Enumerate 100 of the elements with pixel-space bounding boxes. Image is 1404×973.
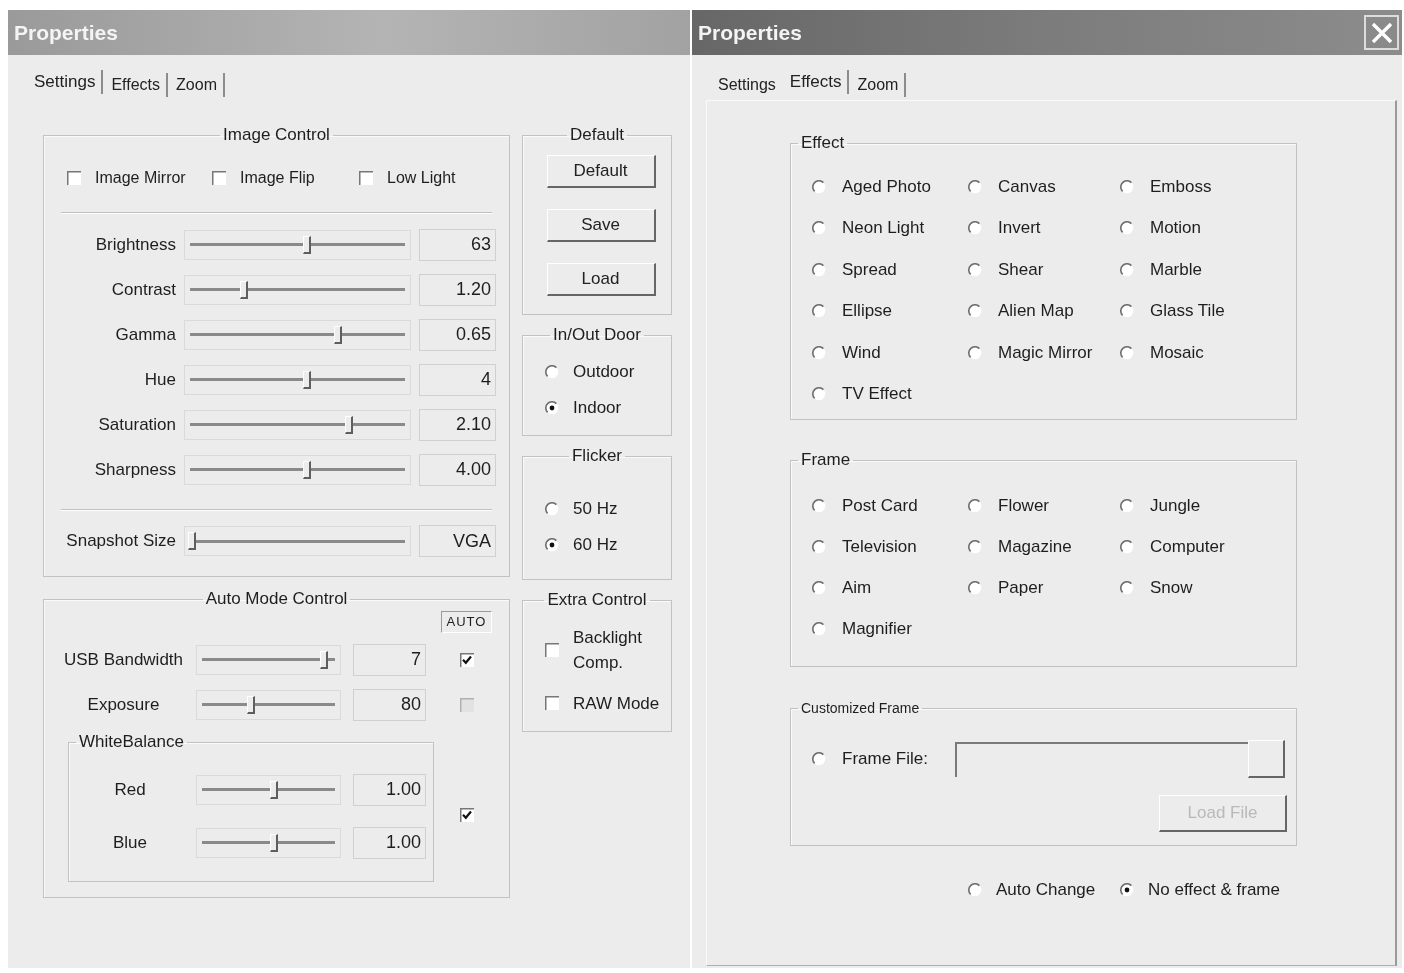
- slider-thumb[interactable]: [270, 833, 279, 852]
- radio-icon[interactable]: [812, 304, 826, 319]
- radio-button[interactable]: Ellipse: [812, 293, 968, 330]
- slider-thumb[interactable]: [345, 415, 354, 434]
- radio-button[interactable]: 60 Hz: [545, 527, 671, 563]
- radio-icon[interactable]: [812, 621, 826, 636]
- slider-thumb[interactable]: [302, 370, 311, 389]
- file-path-field[interactable]: [955, 741, 1248, 777]
- radio-icon[interactable]: [1120, 539, 1134, 554]
- radio-button[interactable]: Neon Light: [812, 210, 968, 247]
- slider-thumb[interactable]: [302, 235, 311, 254]
- radio-button[interactable]: 50 Hz: [545, 491, 671, 527]
- radio-button[interactable]: Invert: [968, 210, 1120, 247]
- tab[interactable]: Zoom: [851, 73, 907, 97]
- radio-button[interactable]: Television: [812, 528, 968, 565]
- tab[interactable]: Zoom: [170, 73, 225, 97]
- checkbox-icon[interactable]: [459, 807, 474, 822]
- checkbox-icon[interactable]: [545, 643, 559, 657]
- radio-icon[interactable]: [1120, 221, 1134, 236]
- value-field[interactable]: 1.20: [419, 273, 496, 306]
- radio-icon[interactable]: [545, 502, 559, 516]
- checkbox-icon[interactable]: [212, 171, 226, 185]
- radio-button[interactable]: Shear: [968, 251, 1120, 288]
- checkbox[interactable]: Image Flip: [212, 169, 359, 187]
- slider-track[interactable]: [184, 364, 411, 395]
- radio-icon[interactable]: [968, 221, 982, 236]
- radio-button[interactable]: Snow: [1120, 569, 1290, 606]
- checkbox[interactable]: Image Mirror: [67, 169, 212, 187]
- radio-button[interactable]: Magic Mirror: [968, 334, 1120, 371]
- radio-button[interactable]: No effect & frame: [1120, 877, 1280, 903]
- radio-button[interactable]: Paper: [968, 569, 1120, 606]
- checkbox-icon[interactable]: [545, 696, 559, 710]
- tab[interactable]: Effects: [105, 73, 169, 97]
- slider-track[interactable]: [184, 454, 411, 485]
- radio-button[interactable]: TV Effect: [812, 376, 968, 413]
- radio-icon[interactable]: [812, 179, 826, 194]
- dialog-button[interactable]: Default: [546, 155, 656, 188]
- checkbox[interactable]: Backlight Comp.: [545, 625, 671, 675]
- value-field[interactable]: 1.00: [353, 826, 426, 859]
- slider-track[interactable]: [196, 827, 341, 858]
- value-field[interactable]: 80: [353, 688, 426, 721]
- radio-button[interactable]: Glass Tile: [1120, 293, 1290, 330]
- radio-icon[interactable]: [1120, 580, 1134, 595]
- radio-button[interactable]: Spread: [812, 251, 968, 288]
- radio-button[interactable]: Aged Photo: [812, 168, 968, 205]
- radio-icon[interactable]: [1120, 345, 1134, 360]
- radio-icon[interactable]: [812, 262, 826, 277]
- radio-button[interactable]: Canvas: [968, 168, 1120, 205]
- slider-track[interactable]: [184, 409, 411, 440]
- radio-icon[interactable]: [1120, 883, 1134, 897]
- slider-thumb[interactable]: [247, 695, 256, 714]
- value-field[interactable]: 4.00: [419, 453, 496, 486]
- radio-button[interactable]: Motion: [1120, 210, 1290, 247]
- slider-thumb[interactable]: [302, 460, 311, 479]
- tab[interactable]: Settings: [712, 73, 782, 97]
- slider-track[interactable]: [184, 526, 411, 556]
- radio-button[interactable]: Outdoor: [545, 354, 671, 390]
- radio-button[interactable]: Auto Change: [968, 877, 1120, 903]
- radio-icon[interactable]: [968, 179, 982, 194]
- radio-icon[interactable]: [968, 580, 982, 595]
- slider-thumb[interactable]: [187, 532, 196, 550]
- radio-button[interactable]: Mosaic: [1120, 334, 1290, 371]
- radio-icon[interactable]: [545, 401, 559, 415]
- radio-icon[interactable]: [812, 221, 826, 236]
- radio-button[interactable]: Alien Map: [968, 293, 1120, 330]
- radio-icon[interactable]: [812, 580, 826, 595]
- slider-track[interactable]: [184, 319, 411, 350]
- radio-icon[interactable]: [968, 498, 982, 513]
- value-field[interactable]: 0.65: [419, 318, 496, 351]
- value-field[interactable]: 63: [419, 228, 496, 261]
- radio-button[interactable]: Jungle: [1120, 487, 1290, 524]
- browse-button[interactable]: [1248, 740, 1285, 778]
- value-field[interactable]: VGA: [419, 525, 496, 557]
- radio-icon[interactable]: [1120, 304, 1134, 319]
- radio-icon[interactable]: [812, 752, 826, 766]
- radio-icon[interactable]: [545, 365, 559, 379]
- radio-icon[interactable]: [1120, 179, 1134, 194]
- radio-button[interactable]: Flower: [968, 487, 1120, 524]
- radio-button[interactable]: Wind: [812, 334, 968, 371]
- radio-button[interactable]: Magnifier: [812, 610, 968, 647]
- dialog-button[interactable]: Load: [546, 263, 656, 296]
- tab[interactable]: Effects: [783, 70, 850, 94]
- radio-icon[interactable]: [968, 304, 982, 319]
- radio-icon[interactable]: [1120, 498, 1134, 513]
- radio-icon[interactable]: [968, 262, 982, 277]
- radio-icon[interactable]: [968, 539, 982, 554]
- radio-icon[interactable]: [812, 345, 826, 360]
- value-field[interactable]: 7: [353, 643, 426, 676]
- checkbox-icon[interactable]: [359, 171, 373, 185]
- checkbox[interactable]: RAW Mode: [545, 685, 671, 721]
- checkbox-icon[interactable]: [67, 171, 81, 185]
- radio-button[interactable]: Frame File:: [812, 741, 955, 777]
- slider-track[interactable]: [196, 644, 341, 675]
- radio-button[interactable]: Emboss: [1120, 168, 1290, 205]
- radio-icon[interactable]: [545, 538, 559, 552]
- slider-thumb[interactable]: [320, 650, 329, 669]
- radio-icon[interactable]: [812, 539, 826, 554]
- radio-button[interactable]: Magazine: [968, 528, 1120, 565]
- radio-button[interactable]: Computer: [1120, 528, 1290, 565]
- radio-icon[interactable]: [968, 883, 982, 897]
